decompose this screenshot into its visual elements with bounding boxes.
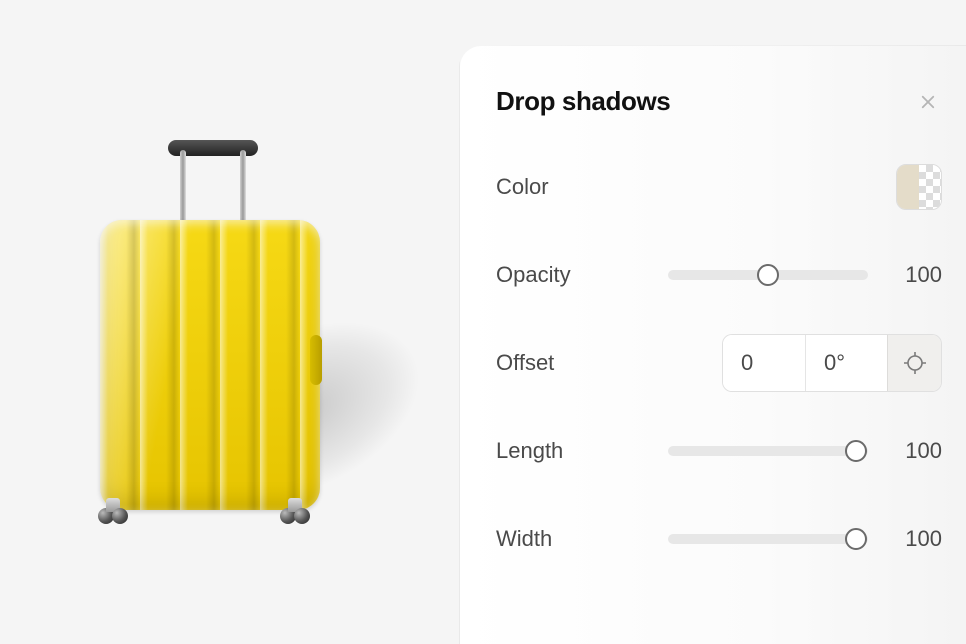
suitcase-handle-rod bbox=[240, 150, 246, 225]
length-value: 100 bbox=[886, 438, 942, 464]
row-color: Color bbox=[496, 161, 942, 213]
offset-label: Offset bbox=[496, 350, 646, 376]
row-width: Width 100 bbox=[496, 513, 942, 565]
opacity-label: Opacity bbox=[496, 262, 646, 288]
length-slider[interactable] bbox=[668, 446, 868, 456]
width-label: Width bbox=[496, 526, 646, 552]
color-swatch[interactable] bbox=[896, 164, 942, 210]
offset-angle-input[interactable]: 0° bbox=[805, 335, 887, 391]
suitcase-wheel bbox=[280, 498, 314, 532]
suitcase-side-handle bbox=[310, 335, 322, 385]
offset-distance-input[interactable]: 0 bbox=[723, 335, 805, 391]
drop-shadows-panel: Drop shadows Color Opacity bbox=[459, 45, 966, 644]
panel-title: Drop shadows bbox=[496, 86, 670, 117]
offset-target-icon[interactable] bbox=[887, 335, 941, 391]
row-opacity: Opacity 100 bbox=[496, 249, 942, 301]
length-slider-thumb[interactable] bbox=[845, 440, 867, 462]
color-swatch-solid bbox=[897, 165, 919, 209]
width-slider[interactable] bbox=[668, 534, 868, 544]
canvas: Drop shadows Color Opacity bbox=[0, 0, 966, 644]
row-length: Length 100 bbox=[496, 425, 942, 477]
opacity-slider-thumb[interactable] bbox=[757, 264, 779, 286]
preview-subject[interactable] bbox=[100, 140, 320, 535]
length-label: Length bbox=[496, 438, 646, 464]
color-label: Color bbox=[496, 174, 646, 200]
panel-header: Drop shadows bbox=[496, 86, 942, 117]
width-value: 100 bbox=[886, 526, 942, 552]
close-icon[interactable] bbox=[914, 88, 942, 116]
color-swatch-alpha bbox=[919, 165, 941, 209]
offset-input-group: 0 0° bbox=[722, 334, 942, 392]
suitcase-body bbox=[100, 220, 320, 510]
opacity-slider[interactable] bbox=[668, 270, 868, 280]
suitcase-handle-rod bbox=[180, 150, 186, 225]
opacity-value: 100 bbox=[886, 262, 942, 288]
width-slider-thumb[interactable] bbox=[845, 528, 867, 550]
suitcase-wheel bbox=[98, 498, 132, 532]
row-offset: Offset 0 0° bbox=[496, 337, 942, 389]
